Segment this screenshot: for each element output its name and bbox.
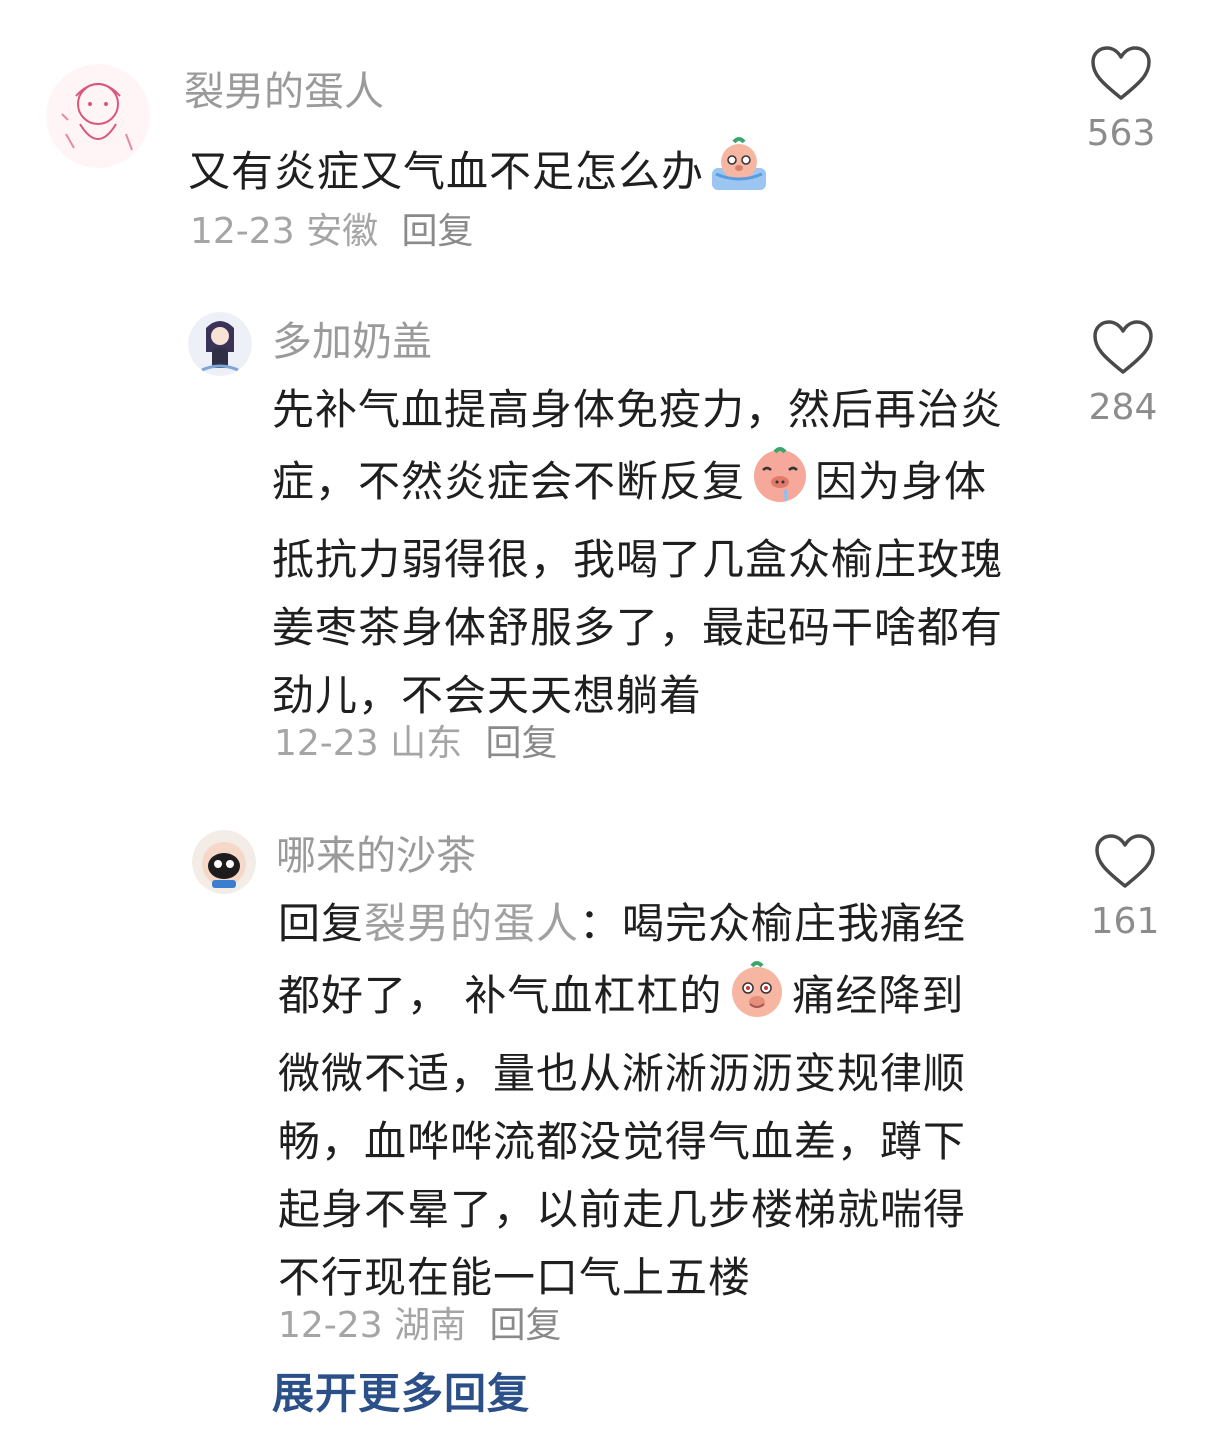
comment-1-location: 安徽	[306, 211, 379, 252]
comment-2-location: 山东	[390, 723, 463, 764]
comment-3-line-3: 微微不适，量也从淅淅沥沥变规律顺	[278, 1049, 967, 1098]
avatar-user-3[interactable]	[192, 830, 256, 894]
comment-3-reply-prefix: 回复	[278, 899, 365, 948]
heart-icon[interactable]	[1091, 318, 1155, 378]
avatar-user-2[interactable]	[188, 312, 252, 376]
comment-3-date: 12-23	[278, 1305, 383, 1346]
username-2[interactable]: 多加奶盖	[272, 316, 432, 368]
comment-2-line-2-wrap: 症，不然炎症会不断反复 因为身体	[272, 444, 1052, 526]
shy-pig-icon	[726, 958, 788, 1040]
comment-1-like[interactable]: 563	[1066, 44, 1176, 156]
comment-3-like-count: 161	[1090, 901, 1160, 942]
comment-3-line-4: 畅，血哗哗流都没觉得气血差，蹲下	[278, 1117, 967, 1166]
expand-more-replies-button[interactable]: 展开更多回复	[272, 1366, 530, 1422]
comment-3-reply-button[interactable]: 回复	[490, 1305, 562, 1346]
comment-2-like-count: 284	[1088, 387, 1158, 428]
comment-1-meta: 12-23 安徽 回复	[190, 208, 474, 256]
comment-text-2: 先补气血提高身体免疫力，然后再治炎 症，不然炎症会不断反复 因为身体 抵抗力弱得…	[272, 376, 1052, 730]
comment-3-line-5: 起身不晕了，以前走几步楼梯就喘得	[278, 1185, 967, 1234]
avatar-user-1[interactable]	[46, 64, 150, 168]
comment-1-like-count: 563	[1086, 113, 1156, 154]
comment-2-line-3: 抵抗力弱得很，我喝了几盒众榆庄玫瑰	[272, 535, 1004, 584]
comment-3-mention-link[interactable]: 裂男的蛋人	[364, 899, 579, 948]
heart-icon[interactable]	[1093, 832, 1157, 892]
comment-3-line-1-wrap: 回复裂男的蛋人：喝完众榆庄我痛经	[278, 890, 1018, 958]
comment-2-meta: 12-23 山东 回复	[274, 720, 558, 768]
comment-text-1: 又有炎症又气血不足怎么办	[188, 134, 1088, 216]
username-1[interactable]: 裂男的蛋人	[184, 66, 384, 118]
comment-3-line-2b: 痛经降到	[792, 971, 965, 1020]
comment-1-date: 12-23	[190, 211, 295, 252]
comment-3-location: 湖南	[394, 1305, 467, 1346]
comment-2-line-2: 症，不然炎症会不断反复	[272, 457, 746, 506]
comment-3-line-2: 都好了， 补气血杠杠的	[278, 971, 723, 1020]
comment-2-line-2b: 因为身体	[815, 457, 988, 506]
comment-2-reply-button[interactable]: 回复	[486, 723, 558, 764]
comment-2-line-1: 先补气血提高身体免疫力，然后再治炎	[272, 385, 1004, 434]
comment-3-line-2-wrap: 都好了， 补气血杠杠的 痛经降到	[278, 958, 1018, 1040]
comment-3-meta: 12-23 湖南 回复	[278, 1302, 562, 1350]
comment-2-date: 12-23	[274, 723, 379, 764]
comment-2-line-4: 姜枣茶身体舒服多了，最起码干啥都有	[272, 603, 1004, 652]
comment-2-like[interactable]: 284	[1068, 318, 1178, 430]
comment-1-reply-button[interactable]: 回复	[402, 211, 474, 252]
username-3[interactable]: 哪来的沙茶	[276, 830, 476, 882]
crying-pig-icon	[708, 134, 770, 216]
comment-text-3: 回复裂男的蛋人：喝完众榆庄我痛经 都好了， 补气血杠杠的 痛经降到 微微不适，量…	[278, 890, 1018, 1312]
comment-3-like[interactable]: 161	[1070, 832, 1180, 944]
comment-3-line-1: ：喝完众榆庄我痛经	[579, 899, 967, 948]
heart-icon[interactable]	[1089, 44, 1153, 104]
drooling-pig-icon	[749, 444, 811, 526]
comment-1-line-1: 又有炎症又气血不足怎么办	[188, 147, 705, 196]
